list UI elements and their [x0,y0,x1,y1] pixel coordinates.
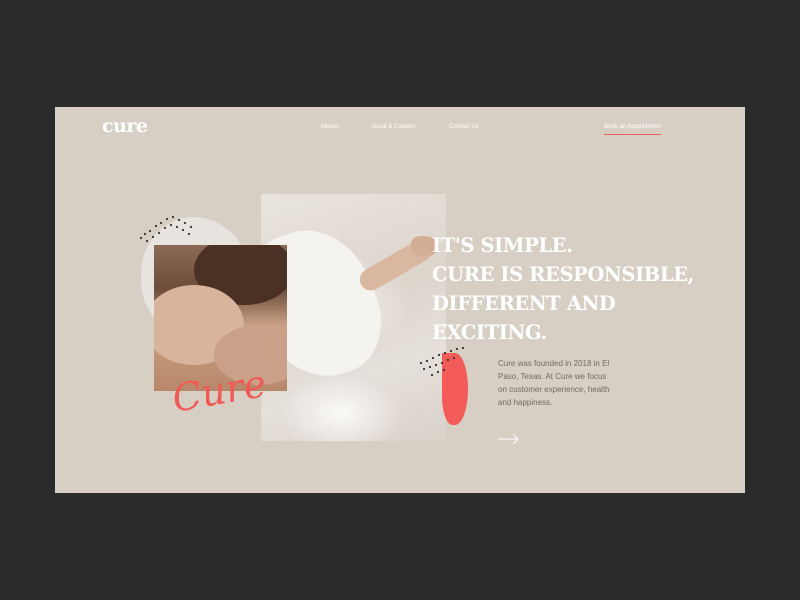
dots-pattern-2 [419,346,465,377]
landing-page: cure Menus About & Careers Contact Us Bo… [55,107,745,493]
logo[interactable]: cure [102,115,148,137]
headline-line: CURE IS RESPONSIBLE, [432,263,695,286]
hero-description: Cure was founded in 2018 in El Paso, Tex… [498,359,610,407]
nav-contact-us[interactable]: Contact Us [449,124,479,130]
headline-line: EXCITING. [432,321,547,344]
hero-photo-sand [261,194,446,441]
headline-line: IT'S SIMPLE. [432,234,573,257]
headline-line: DIFFERENT AND [432,292,616,315]
book-appointment-button[interactable]: Book an Appointment [604,124,662,135]
nav-about-careers[interactable]: About & Careers [371,124,415,130]
arrow-right-icon[interactable] [498,433,520,445]
hero-headline: IT'S SIMPLE. CURE IS RESPONSIBLE, DIFFER… [432,231,732,347]
dots-pattern [139,215,193,243]
nav-menus[interactable]: Menus [321,124,339,130]
